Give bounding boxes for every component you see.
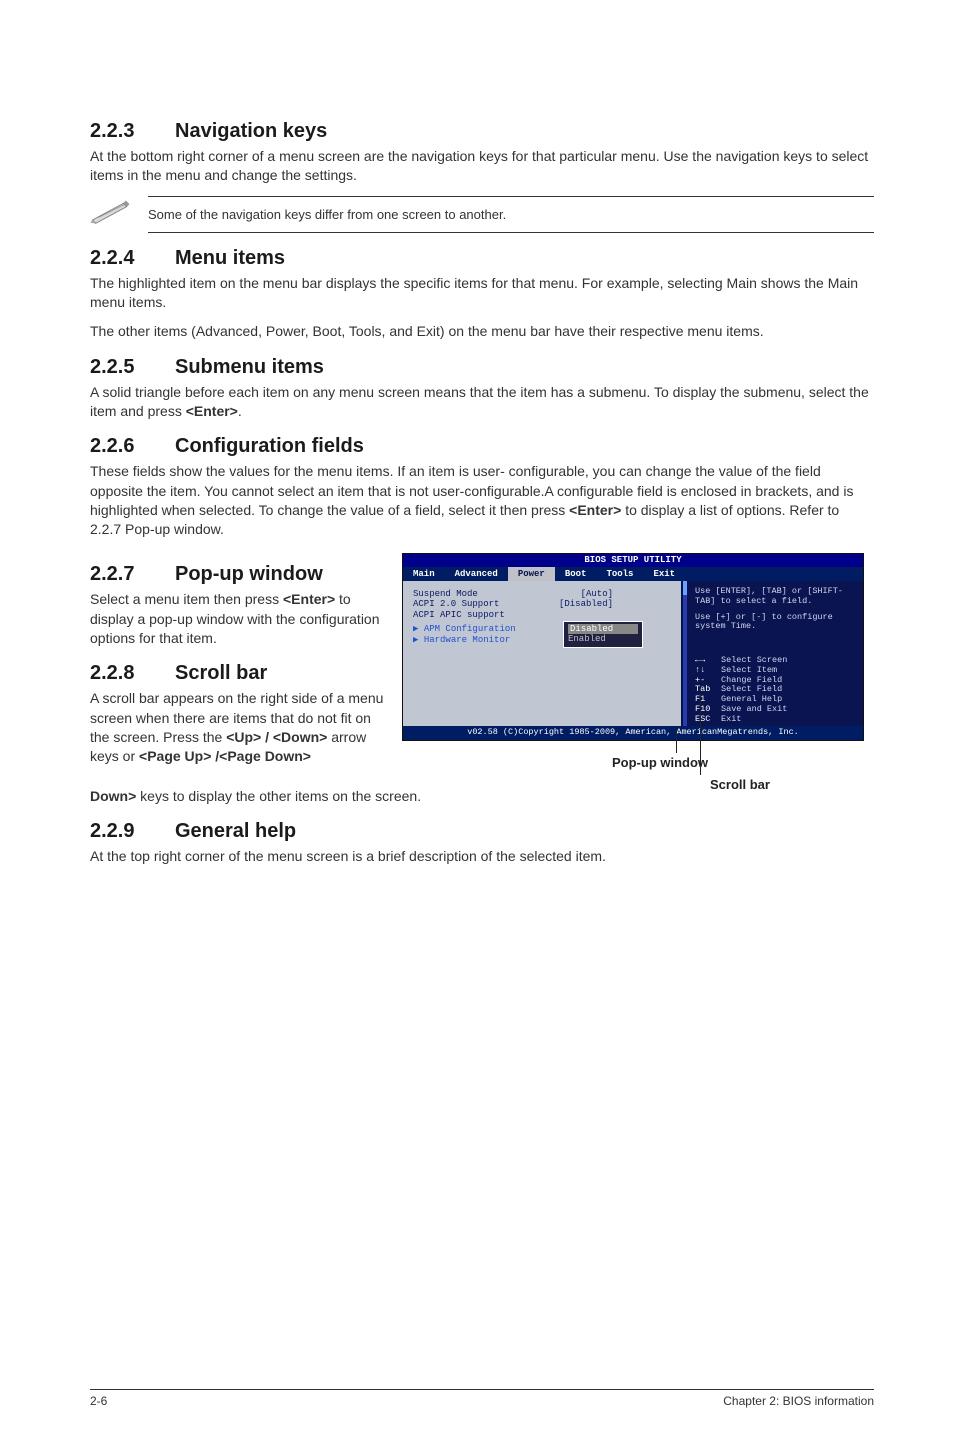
heading-title: Configuration fields [175,435,364,457]
note-text: Some of the navigation keys differ from … [148,196,874,233]
callout-line [700,693,701,775]
bios-help2: Use [+] or [-] to configure system Time. [695,613,855,633]
bios-tab-main: Main [403,567,445,581]
pencil-icon [90,196,130,229]
para-224-2: The other items (Advanced, Power, Boot, … [90,322,874,341]
bios-row-label: Suspend Mode [413,589,478,599]
heading-title: General help [175,820,296,842]
bios-scroll-thumb [683,581,687,595]
heading-num: 2.2.5 [90,356,175,379]
heading-224: 2.2.4Menu items [90,247,874,270]
bios-tab-tools: Tools [596,567,643,581]
footer-page: 2-6 [90,1394,107,1408]
heading-num: 2.2.7 [90,563,175,586]
bios-keydesc: Select Field [721,684,782,694]
para-text: Select a menu item then press [90,591,283,607]
heading-num: 2.2.4 [90,247,175,270]
bios-screenshot: BIOS SETUP UTILITY Main Advanced Power B… [402,553,864,740]
bios-keydesc: Change Field [721,675,782,685]
key-pagedown-cont: Down> [90,788,136,804]
bios-left-panel: Suspend Mode [Auto] ACPI 2.0 Support [Disa… [403,581,682,726]
page-footer: 2-6 Chapter 2: BIOS information [90,1389,874,1408]
bios-help1: Use [ENTER], [TAB] or [SHIFT-TAB] to sel… [695,587,855,607]
para-228-1: A scroll bar appears on the right side o… [90,689,390,766]
heading-225: 2.2.5Submenu items [90,356,874,379]
heading-title: Navigation keys [175,120,327,142]
heading-226: 2.2.6Configuration fields [90,435,874,458]
bios-keydesc: Save and Exit [721,704,787,714]
bios-keys: ←→Select Screen ↑↓Select Item +-Change F… [695,656,855,724]
key-enter: <Enter> [283,591,335,607]
heading-title: Submenu items [175,356,324,378]
bios-keydesc: Select Item [721,665,777,675]
heading-num: 2.2.6 [90,435,175,458]
para-224-1: The highlighted item on the menu bar dis… [90,274,874,313]
bios-row-value: [Disabled] [559,599,673,609]
bios-row-value: [Auto] [581,589,673,599]
bios-row: Suspend Mode [Auto] [413,589,673,599]
key-pageupdown: <Page Up> /<Page Down> [139,748,311,764]
bios-title: BIOS SETUP UTILITY [403,554,863,566]
key-updown: <Up> / <Down> [226,729,327,745]
para-225-1: A solid triangle before each item on any… [90,383,874,422]
bios-row: ACPI 2.0 Support [Disabled] [413,599,673,609]
bios-footer: v02.58 (C)Copyright 1985-2009, American,… [403,726,863,740]
bios-keydesc: General Help [721,694,782,704]
bios-help-panel: Use [ENTER], [TAB] or [SHIFT-TAB] to sel… [687,581,863,726]
bios-key-row: ESCExit [695,715,855,725]
bios-tab-advanced: Advanced [445,567,508,581]
heading-228: 2.2.8Scroll bar [90,662,390,685]
bios-key: ESC [695,715,721,725]
para-226-1: These fields show the values for the men… [90,462,874,539]
callout-popup: Pop-up window [612,755,708,770]
bios-sub-label: Hardware Monitor [424,635,510,645]
note-row: Some of the navigation keys differ from … [90,196,874,233]
heading-223: 2.2.3Navigation keys [90,120,874,143]
callout-scroll: Scroll bar [710,777,770,792]
footer-chapter: Chapter 2: BIOS information [723,1394,874,1408]
bios-row-label: ACPI APIC support [413,610,505,620]
callout-line [676,729,677,753]
bios-keydesc: Select Screen [721,655,787,665]
bios-row-value [613,610,673,620]
bios-row: ACPI APIC support [413,610,673,620]
bios-tab-power: Power [508,567,555,581]
bios-keydesc: Exit [721,714,741,724]
heading-num: 2.2.3 [90,120,175,143]
bios-popup-selected: Disabled [568,624,638,634]
heading-title: Menu items [175,247,285,269]
para-223-1: At the bottom right corner of a menu scr… [90,147,874,186]
bios-tabs: Main Advanced Power Boot Tools Exit [403,567,863,581]
heading-num: 2.2.9 [90,820,175,843]
bios-key-row: F10Save and Exit [695,705,855,715]
bios-scrollbar [682,581,687,726]
para-227-1: Select a menu item then press <Enter> to… [90,590,390,648]
bios-tab-boot: Boot [555,567,597,581]
heading-229: 2.2.9General help [90,820,874,843]
para-text: . [238,403,242,419]
heading-227: 2.2.7Pop-up window [90,563,390,586]
bios-sub-label: APM Configuration [424,624,516,634]
bios-popup: Disabled Enabled [563,621,643,648]
heading-title: Pop-up window [175,563,323,585]
key-enter: <Enter> [186,403,238,419]
bios-popup-option: Enabled [568,634,638,644]
bios-row-label: ACPI 2.0 Support [413,599,499,609]
para-text: keys to display the other items on the s… [136,788,421,804]
para-229-1: At the top right corner of the menu scre… [90,847,874,866]
key-enter: <Enter> [569,502,621,518]
heading-title: Scroll bar [175,662,267,684]
bios-tab-exit: Exit [643,567,685,581]
heading-num: 2.2.8 [90,662,175,685]
